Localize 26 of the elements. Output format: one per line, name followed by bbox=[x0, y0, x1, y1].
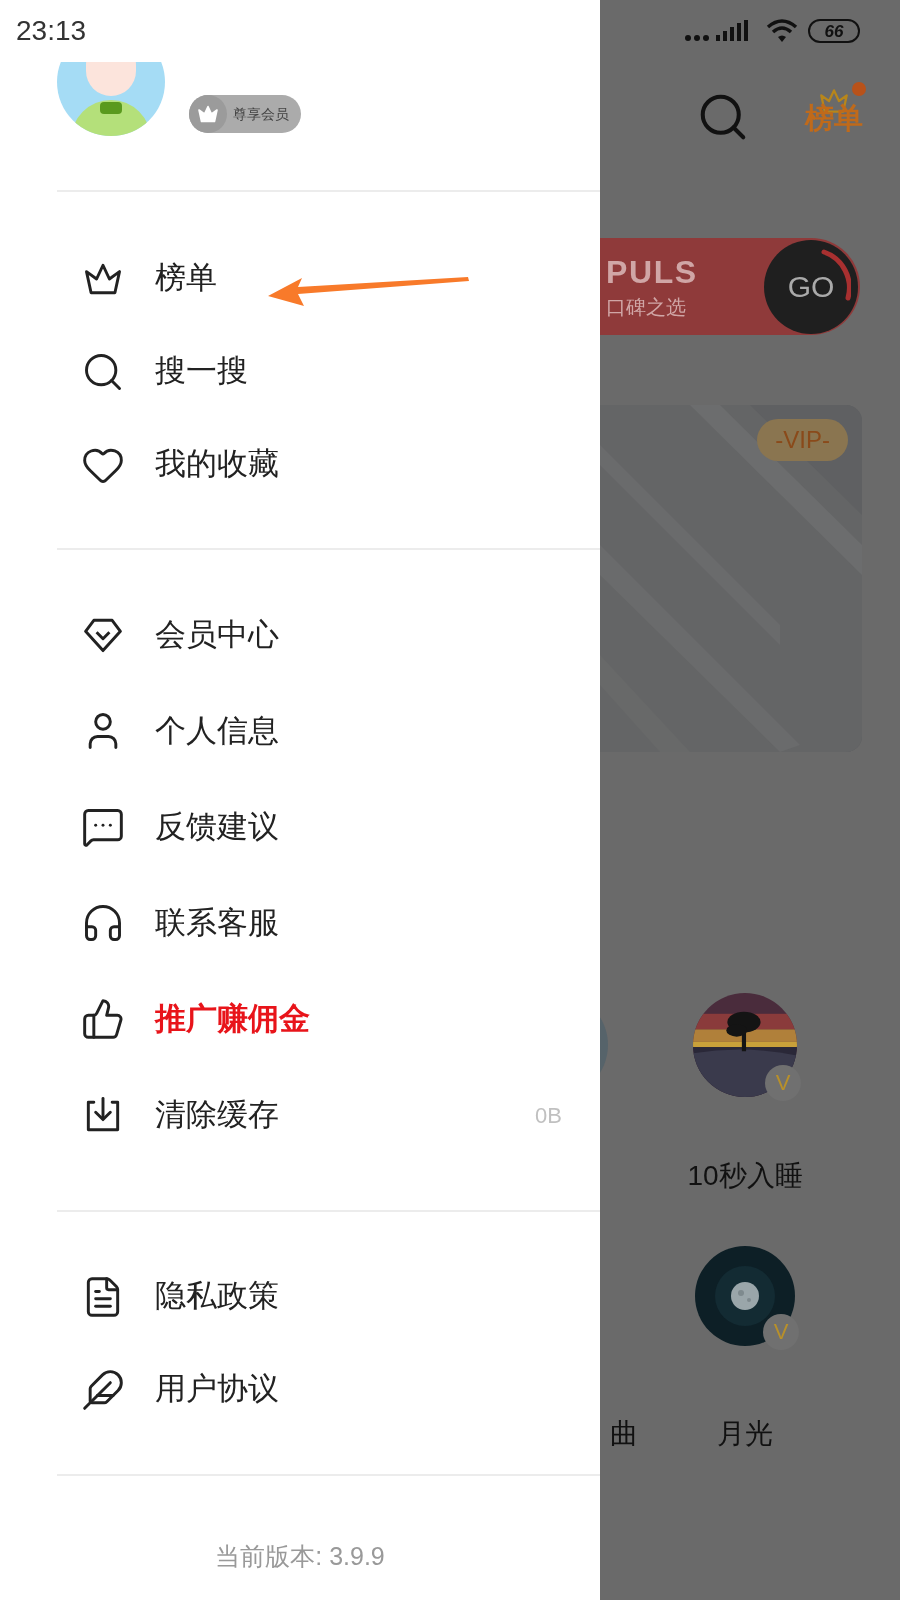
wifi-icon bbox=[766, 18, 798, 44]
menu-item[interactable]: 我的收藏 bbox=[0, 418, 600, 511]
menu-item[interactable]: 反馈建议 bbox=[0, 779, 600, 875]
menu-item[interactable]: 用户协议 bbox=[0, 1343, 600, 1436]
status-time: 23:13 bbox=[16, 14, 87, 48]
battery-indicator: 66 bbox=[808, 19, 860, 43]
tile-label: 月光 bbox=[717, 1417, 773, 1451]
menu-item[interactable]: 搜一搜 bbox=[0, 325, 600, 418]
tile-label: 10秒入睡 bbox=[687, 1159, 803, 1193]
member-badge[interactable]: 尊享会员 bbox=[189, 95, 301, 133]
feather-icon bbox=[81, 1367, 125, 1412]
tile-label: 曲 bbox=[610, 1418, 638, 1449]
menu-item[interactable]: 推广赚佣金 bbox=[0, 971, 600, 1067]
go-button[interactable]: GO bbox=[764, 239, 858, 334]
menu-item[interactable]: 个人信息 bbox=[0, 683, 600, 779]
vip-badge: V bbox=[765, 1065, 801, 1101]
menu-item[interactable]: 会员中心 bbox=[0, 587, 600, 683]
promo-banner[interactable]: PULS 口碑之选 GO bbox=[600, 238, 860, 335]
menu-item[interactable]: 联系客服 bbox=[0, 875, 600, 971]
vip-badge: V bbox=[763, 1314, 799, 1350]
thumbs-up-icon bbox=[81, 997, 125, 1041]
cache-size: 0B bbox=[535, 1101, 562, 1130]
menu-item[interactable]: 隐私政策 bbox=[0, 1250, 600, 1343]
menu-item[interactable]: 清除缓存 0B bbox=[0, 1067, 600, 1163]
menu-item[interactable]: 榜单 bbox=[0, 232, 600, 325]
version-text: 当前版本: 3.9.9 bbox=[215, 1541, 385, 1572]
